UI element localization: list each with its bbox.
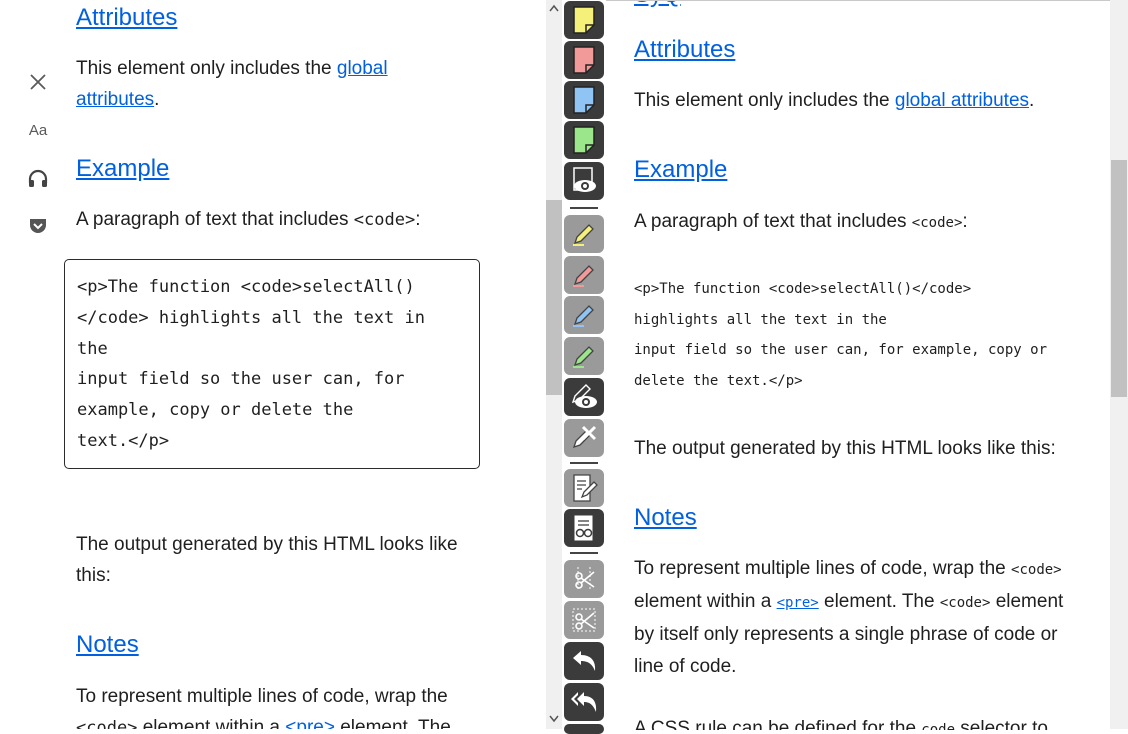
scrollbar-thumb[interactable]	[546, 200, 562, 395]
reader-scrollbar[interactable]	[546, 0, 562, 729]
example-paragraph: A paragraph of text that includes <code>…	[634, 211, 968, 232]
scroll-up-arrow-icon[interactable]	[549, 4, 559, 12]
output-paragraph: The output generated by this HTML looks …	[76, 534, 458, 586]
document-view: SyQ Attributes This element only include…	[606, 0, 1110, 730]
scissors-icon	[575, 567, 595, 590]
show-notes-eye-icon	[573, 167, 596, 192]
example-paragraph: A paragraph of text that includes <code>…	[76, 209, 421, 230]
green-highlighter-icon	[573, 346, 594, 368]
pocket-icon[interactable]	[26, 214, 50, 238]
attributes-heading[interactable]: Attributes	[634, 36, 735, 64]
reader-view: Aa Attributes This element only includes…	[0, 0, 546, 729]
annotation-toolbar	[562, 0, 606, 734]
yellow-highlighter-button[interactable]	[564, 215, 604, 253]
yellow-note-button[interactable]	[564, 1, 604, 39]
document-scrollbar[interactable]	[1110, 0, 1128, 729]
undo-all-button[interactable]	[564, 683, 604, 721]
global-attributes-link[interactable]: global attributes	[895, 90, 1029, 111]
scrollbar-thumb[interactable]	[1111, 160, 1127, 397]
scissors-alt-icon	[572, 608, 596, 632]
notes-paragraph: To represent multiple lines of code, wra…	[634, 558, 1064, 677]
yellow-note-icon	[573, 6, 595, 34]
attributes-paragraph: This element only includes the global att…	[76, 58, 388, 110]
headphones-icon[interactable]	[26, 166, 50, 190]
undo-button[interactable]	[564, 642, 604, 680]
scissors-alt-button[interactable]	[564, 601, 604, 639]
close-icon[interactable]	[26, 70, 50, 94]
css-rule-paragraph: A CSS rule can be defined for the code s…	[634, 718, 1048, 730]
notes-paragraph: To represent multiple lines of code, wra…	[76, 681, 476, 729]
green-note-button[interactable]	[564, 121, 604, 159]
code-block: <p>The function <code>selectAll() </code…	[64, 259, 480, 469]
text-size-icon[interactable]: Aa	[26, 118, 50, 142]
output-paragraph: The output generated by this HTML looks …	[634, 438, 1056, 459]
toolbar-button-cut[interactable]	[564, 724, 604, 734]
red-note-button[interactable]	[564, 41, 604, 79]
top-cut-heading[interactable]: SyQ	[634, 1, 681, 9]
yellow-highlighter-icon	[573, 224, 594, 246]
code-line: highlights all the text in the	[634, 311, 887, 328]
global-attributes-link-cont[interactable]: attributes	[76, 89, 154, 110]
blue-highlighter-icon	[573, 305, 594, 327]
view-page-icon	[574, 515, 593, 541]
blue-note-icon	[573, 86, 595, 114]
blue-note-button[interactable]	[564, 81, 604, 119]
example-heading[interactable]: Example	[76, 155, 169, 183]
show-highlights-button[interactable]	[564, 378, 604, 416]
show-notes-button[interactable]	[564, 162, 604, 200]
notes-heading[interactable]: Notes	[76, 631, 139, 659]
erase-highlights-button[interactable]	[564, 419, 604, 457]
code-line: input field so the user can, for example…	[634, 342, 1048, 359]
attributes-heading[interactable]: Attributes	[76, 4, 177, 32]
blue-highlighter-button[interactable]	[564, 296, 604, 334]
show-highlights-eye-icon	[571, 384, 597, 408]
text-size-label: Aa	[28, 121, 48, 139]
red-highlighter-icon	[573, 265, 594, 287]
toolbar-separator	[570, 462, 598, 464]
code-block: <p>The function <code>selectAll()</code>…	[634, 274, 1047, 397]
toolbar-separator	[570, 207, 598, 209]
scissors-button[interactable]	[564, 560, 604, 598]
green-highlighter-button[interactable]	[564, 337, 604, 375]
scroll-down-arrow-icon[interactable]	[549, 715, 559, 723]
pre-link[interactable]: <pre>	[777, 591, 819, 612]
toolbar-separator	[570, 552, 598, 554]
undo-icon	[573, 651, 596, 671]
green-note-icon	[573, 126, 595, 154]
red-note-icon	[573, 46, 595, 74]
edit-page-icon	[573, 474, 598, 502]
red-highlighter-button[interactable]	[564, 256, 604, 294]
code-line: <p>The function <code>selectAll()</code>	[634, 281, 972, 297]
code-line: delete the text.</p>	[634, 373, 803, 390]
undo-all-icon	[571, 692, 597, 712]
global-attributes-link[interactable]: global	[337, 58, 388, 79]
pre-link[interactable]: <pre>	[285, 717, 335, 729]
attributes-paragraph: This element only includes the global at…	[634, 90, 1035, 111]
erase-highlights-icon	[572, 425, 597, 449]
view-page-button[interactable]	[564, 509, 604, 547]
notes-heading[interactable]: Notes	[634, 504, 697, 532]
edit-page-button[interactable]	[564, 469, 604, 507]
example-heading[interactable]: Example	[634, 156, 727, 184]
